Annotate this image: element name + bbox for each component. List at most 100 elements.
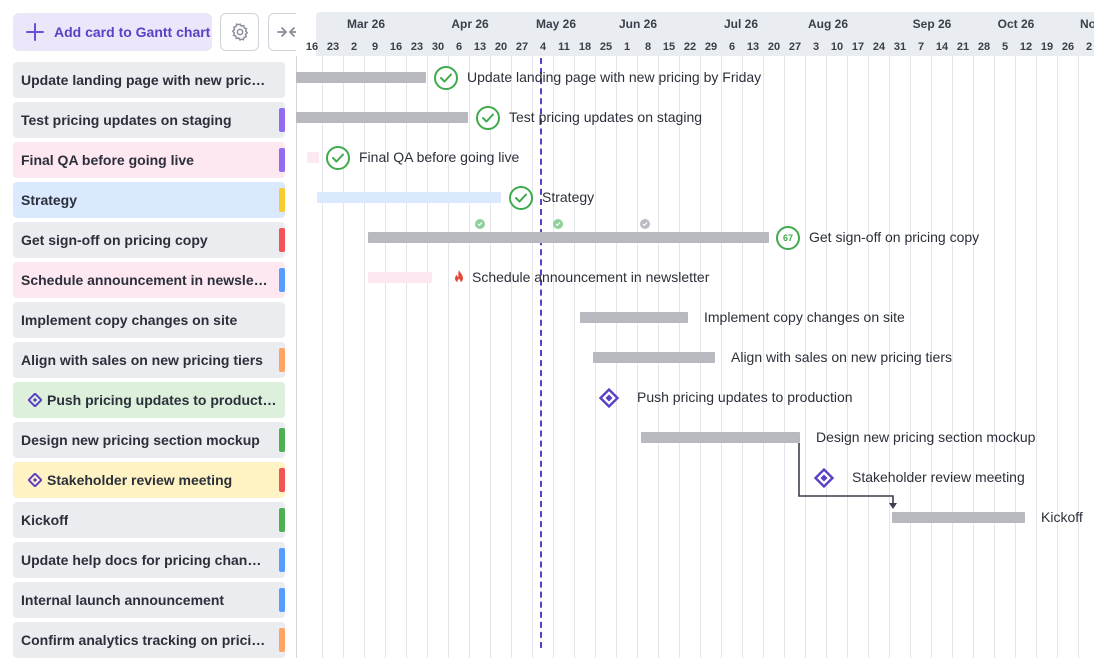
day-label: 13: [473, 41, 487, 53]
gantt-bar[interactable]: [296, 112, 468, 123]
gantt-bar[interactable]: [593, 352, 715, 363]
day-label: 25: [599, 41, 613, 53]
card-test-pricing-updates-on-staging[interactable]: Test pricing updates on staging: [13, 102, 285, 138]
month-label: Oct 26: [997, 17, 1035, 31]
card-kickoff[interactable]: Kickoff: [13, 502, 285, 538]
subtask-check-icon: [475, 219, 485, 229]
gear-icon: [231, 23, 248, 41]
add-card-label: Add card to Gantt chart: [54, 24, 211, 40]
day-label: 24: [872, 41, 886, 53]
week-gridline: [364, 56, 365, 658]
timeline-left-edge: [296, 56, 297, 658]
card-implement-copy-changes-on-site[interactable]: Implement copy changes on site: [13, 302, 285, 338]
card-align-with-sales-on-new-pricing-tiers[interactable]: Align with sales on new pricing tiers: [13, 342, 285, 378]
week-gridline: [469, 56, 470, 658]
month-label: No: [1080, 17, 1094, 31]
week-gridline: [574, 56, 575, 658]
month-label: Sep 26: [912, 17, 952, 31]
gantt-bar[interactable]: [368, 272, 432, 283]
card-update-landing-page-with-new-pricing-by-[interactable]: Update landing page with new pricing by …: [13, 62, 285, 98]
card-label-stripe: [279, 468, 285, 492]
day-label: 6: [728, 41, 736, 53]
day-label: 31: [893, 41, 907, 53]
gantt-bar-label: Update landing page with new pricing by …: [467, 69, 762, 85]
card-title: Update landing page with new pricing by …: [21, 72, 269, 88]
card-final-qa-before-going-live[interactable]: Final QA before going live: [13, 142, 285, 178]
card-title: Confirm analytics tracking on pricing s.…: [21, 632, 269, 648]
card-title: Implement copy changes on site: [21, 312, 238, 328]
gantt-bar[interactable]: [307, 152, 319, 163]
settings-button[interactable]: [220, 13, 259, 51]
card-title: Schedule announcement in newsletter: [21, 272, 269, 288]
timeline-header: Mar 26 Apr 26 May 26 Jun 26 Jul 26 Aug 26 Sep …: [306, 12, 1094, 56]
day-label: 1: [623, 41, 631, 53]
card-label-stripe: [279, 628, 285, 652]
month-label: Aug 26: [807, 17, 849, 31]
week-gridline: [511, 56, 512, 658]
card-label-stripe: [279, 548, 285, 572]
day-label: 16: [305, 41, 319, 53]
day-label: 29: [704, 41, 718, 53]
gantt-bar-label: Final QA before going live: [359, 149, 520, 165]
card-internal-launch-announcement[interactable]: Internal launch announcement: [13, 582, 285, 618]
card-confirm-analytics-tracking-on-pricing-s[interactable]: Confirm analytics tracking on pricing s.…: [13, 622, 285, 658]
day-label: 22: [683, 41, 697, 53]
week-gridline: [1036, 56, 1037, 658]
gantt-bar[interactable]: [317, 192, 501, 203]
card-push-pricing-updates-to-production[interactable]: Push pricing updates to production: [13, 382, 285, 418]
plus-icon: [26, 23, 44, 41]
gantt-bar[interactable]: [296, 72, 426, 83]
card-stakeholder-review-meeting[interactable]: Stakeholder review meeting: [13, 462, 285, 498]
milestone-diamond-icon[interactable]: [813, 467, 835, 489]
card-update-help-docs-for-pricing-changes[interactable]: Update help docs for pricing changes: [13, 542, 285, 578]
day-label: 10: [830, 41, 844, 53]
card-label-stripe: [279, 188, 285, 212]
day-label: 2: [350, 41, 358, 53]
gantt-bar[interactable]: [580, 312, 688, 323]
checkmark-icon: [476, 106, 500, 130]
day-label: 15: [662, 41, 676, 53]
week-gridline: [721, 56, 722, 658]
gantt-bar[interactable]: [641, 432, 800, 443]
progress-ring-icon: 67: [776, 226, 800, 250]
subtask-check-icon: [553, 219, 563, 229]
milestone-diamond-icon[interactable]: [598, 387, 620, 409]
card-title: Final QA before going live: [21, 152, 194, 168]
gantt-bar-label: Align with sales on new pricing tiers: [731, 349, 952, 365]
day-label: 14: [935, 41, 949, 53]
gantt-bar[interactable]: [368, 232, 769, 243]
card-title: Internal launch announcement: [21, 592, 225, 608]
card-design-new-pricing-section-mockup[interactable]: Design new pricing section mockup: [13, 422, 285, 458]
gantt-bar[interactable]: [892, 512, 1025, 523]
card-schedule-announcement-in-newsletter[interactable]: Schedule announcement in newsletter: [13, 262, 285, 298]
day-label: 27: [788, 41, 802, 53]
week-gridline: [994, 56, 995, 658]
card-label-stripe: [279, 108, 285, 132]
month-label: Jun 26: [618, 17, 658, 31]
card-label-stripe: [279, 268, 285, 292]
day-label: 16: [389, 41, 403, 53]
gantt-bar-label: Kickoff: [1041, 509, 1083, 525]
day-label: 9: [371, 41, 379, 53]
day-label: 28: [977, 41, 991, 53]
gantt-timeline: Mar 26 Apr 26 May 26 Jun 26 Jul 26 Aug 26 Sep …: [296, 0, 1094, 658]
week-gridline: [952, 56, 953, 658]
card-title: Test pricing updates on staging: [21, 112, 232, 128]
week-gridline: [1078, 56, 1079, 658]
card-title: Design new pricing section mockup: [21, 432, 260, 448]
gantt-bar-label: Stakeholder review meeting: [852, 469, 1025, 485]
day-label: 7: [917, 41, 925, 53]
today-marker: [540, 58, 542, 648]
card-strategy[interactable]: Strategy: [13, 182, 285, 218]
week-gridline: [532, 56, 533, 658]
day-label: 20: [767, 41, 781, 53]
checkmark-icon: [509, 186, 533, 210]
add-card-button[interactable]: Add card to Gantt chart: [13, 13, 212, 51]
card-get-sign-off-on-pricing-copy[interactable]: Get sign-off on pricing copy: [13, 222, 285, 258]
month-label: Mar 26: [346, 17, 386, 31]
day-label: 2: [1085, 41, 1093, 53]
week-gridline: [1057, 56, 1058, 658]
card-title: Strategy: [21, 192, 78, 208]
gantt-bar-label: Test pricing updates on staging: [509, 109, 703, 125]
fire-icon: [448, 267, 470, 289]
